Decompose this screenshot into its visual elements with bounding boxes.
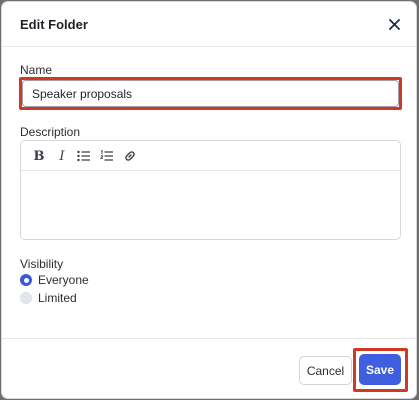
save-button[interactable]: Save [359, 354, 401, 385]
link-button[interactable] [122, 148, 138, 164]
close-icon [388, 18, 400, 30]
numbered-list-button[interactable] [99, 148, 115, 164]
bold-button[interactable]: B [31, 148, 47, 164]
radio-unchecked-icon [20, 292, 32, 304]
name-label: Name [20, 63, 53, 77]
dialog-header: Edit Folder [2, 2, 416, 47]
dialog-footer: Cancel Save [2, 338, 416, 398]
visibility-option-label: Everyone [38, 273, 89, 287]
close-button[interactable] [384, 14, 404, 34]
bold-icon: B [33, 148, 45, 164]
visibility-option-everyone[interactable]: Everyone [20, 273, 89, 287]
cancel-button[interactable]: Cancel [299, 356, 352, 385]
italic-icon: I [59, 148, 65, 164]
bulleted-list-button[interactable] [76, 148, 92, 164]
italic-button[interactable]: I [54, 148, 70, 164]
radio-checked-icon [20, 274, 32, 286]
description-label: Description [20, 125, 81, 139]
dialog-title: Edit Folder [20, 17, 88, 32]
bulleted-list-icon [77, 150, 90, 162]
numbered-list-icon [100, 150, 113, 161]
edit-folder-dialog: Edit Folder Name Description B I [1, 1, 417, 399]
description-editor: B I [20, 140, 401, 240]
visibility-label: Visibility [20, 257, 64, 271]
visibility-option-limited[interactable]: Limited [20, 291, 77, 305]
description-input[interactable] [21, 171, 400, 239]
name-field-highlight [19, 77, 402, 110]
name-input[interactable] [22, 80, 399, 107]
visibility-option-label: Limited [38, 291, 77, 305]
link-icon [125, 151, 135, 161]
editor-toolbar: B I [21, 141, 400, 171]
